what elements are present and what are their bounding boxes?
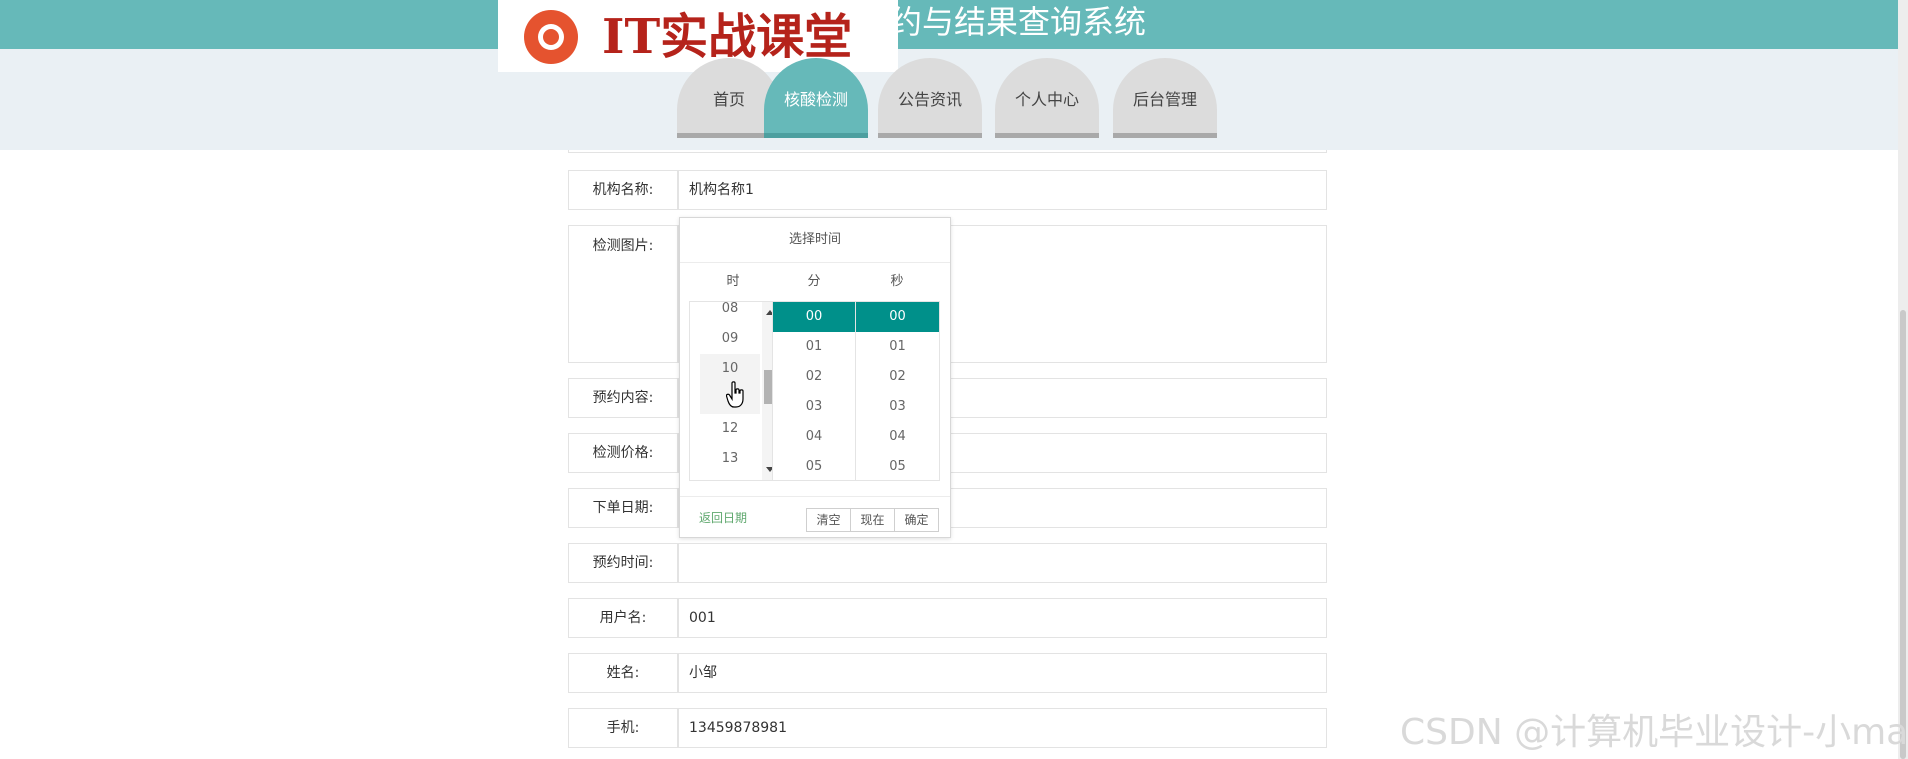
minute-option[interactable]: 03 [773,392,855,422]
second-option[interactable]: 01 [856,332,939,362]
second-list[interactable]: 00 01 02 03 04 05 [855,301,940,481]
chrome-style-circle-icon [524,10,578,64]
name-label: 姓名: [568,653,678,693]
time-picker-footer: 返回日期 清空 现在 确定 [680,496,950,538]
minute-option[interactable]: 05 [773,452,855,480]
username-field[interactable]: 001 [678,598,1327,638]
appointment-content-label: 预约内容: [568,378,678,418]
second-option[interactable]: 03 [856,392,939,422]
scrollbar-thumb[interactable] [764,370,772,404]
form-row-appointment-time: 预约时间: [568,543,1327,583]
time-picker-title: 选择时间 [680,218,950,263]
hour-column-header: 时 [726,274,740,289]
username-label: 用户名: [568,598,678,638]
page-scrollbar-thumb[interactable] [1900,310,1906,759]
hour-option[interactable]: 12 [700,414,760,444]
hour-option[interactable]: 10 [700,354,760,384]
clear-button[interactable]: 清空 [806,508,851,532]
order-date-label: 下单日期: [568,488,678,528]
form-row-org-name: 机构名称: 机构名称1 [568,170,1327,210]
phone-label: 手机: [568,708,678,748]
back-to-date-link[interactable]: 返回日期 [699,509,747,526]
minute-option-selected[interactable]: 00 [773,302,855,332]
form-row-phone: 手机: 13459878981 [568,708,1327,748]
app-header: 约与结果查询系统 [0,0,1908,49]
org-name-field[interactable]: 机构名称1 [678,170,1327,210]
form-row-partial [568,150,1327,153]
second-column-header: 秒 [890,274,904,289]
test-price-label: 检测价格: [568,433,678,473]
minute-option[interactable]: 01 [773,332,855,362]
name-field[interactable]: 小邹 [678,653,1327,693]
minute-option[interactable]: 02 [773,362,855,392]
appointment-time-label: 预约时间: [568,543,678,583]
confirm-button[interactable]: 确定 [894,508,939,532]
now-button[interactable]: 现在 [850,508,895,532]
second-option[interactable]: 02 [856,362,939,392]
second-option-selected[interactable]: 00 [856,302,939,332]
logo: IT实战课堂 [498,0,898,72]
second-option[interactable]: 05 [856,452,939,480]
test-image-label: 检测图片: [568,225,678,363]
hour-option[interactable]: 08 [700,302,760,324]
page-scrollbar[interactable] [1898,0,1908,759]
time-picker: 选择时间 时 分 秒 08 09 10 12 13 00 01 02 03 04… [679,217,951,538]
second-option[interactable]: 04 [856,422,939,452]
form-row-username: 用户名: 001 [568,598,1327,638]
minute-column-header: 分 [807,274,821,289]
org-name-label: 机构名称: [568,170,678,210]
watermark: CSDN @计算机毕业设计-小ma [1400,712,1908,753]
form-row-name: 姓名: 小邹 [568,653,1327,693]
minute-option[interactable]: 04 [773,422,855,452]
system-title: 约与结果查询系统 [890,3,1147,41]
hour-scrollbar[interactable] [762,302,772,480]
minute-list[interactable]: 00 01 02 03 04 05 [772,301,856,481]
appointment-time-field[interactable] [678,543,1327,583]
hour-option[interactable]: 13 [700,444,760,474]
phone-field[interactable]: 13459878981 [678,708,1327,748]
hand-cursor-icon [726,381,744,408]
hour-option[interactable]: 09 [700,324,760,354]
